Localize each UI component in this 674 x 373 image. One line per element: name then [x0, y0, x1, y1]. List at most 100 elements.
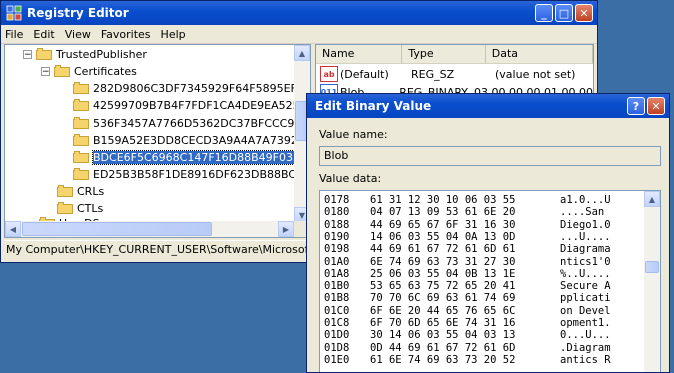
arrow-up-icon: ▲ [298, 48, 306, 58]
registry-app-icon [6, 5, 22, 21]
value-name-label: Value name: [319, 128, 388, 141]
collapse-toggle[interactable]: − [41, 66, 50, 76]
hex-addr: 01D0 [324, 329, 350, 342]
folder-open-icon [54, 65, 70, 77]
column-data[interactable]: Data [486, 45, 593, 63]
column-name[interactable]: Name [316, 45, 403, 63]
hex-row[interactable]: 0188 44 69 65 67 6F 31 16 30 Diego1.0 [324, 219, 611, 231]
scroll-right-button[interactable]: ▶ [278, 221, 294, 237]
close-icon: ✕ [579, 6, 589, 20]
hex-addr: 0178 [324, 194, 350, 206]
hex-row[interactable]: 01E0 61 6E 74 69 63 73 20 52 antics R [324, 354, 611, 366]
tree-item-label: B159A52E3DD8CECD3A9A4A7A7392AA80 [93, 133, 311, 147]
tree-item-label: Certificates [74, 64, 137, 78]
help-button[interactable]: ? [627, 97, 645, 115]
hex-bytes: 44 69 65 67 6F 31 16 30 [370, 218, 516, 231]
tree-item-cert[interactable]: 42599709B7B4F7FDF1CA4DE9EA5257FB0 [73, 97, 310, 113]
menu-favorites[interactable]: Favorites [101, 28, 151, 41]
hex-bytes: 14 06 03 55 04 0A 13 0D [370, 230, 516, 243]
menu-edit[interactable]: Edit [33, 28, 54, 41]
dialog-title: Edit Binary Value [315, 99, 432, 113]
tree-item-cert[interactable]: B159A52E3DD8CECD3A9A4A7A7392AA80 [73, 132, 311, 148]
tree-item-cert[interactable]: 282D9806C3DF7345929F64F5895EF2EA4 [73, 80, 310, 96]
tree-hscroll-thumb[interactable] [22, 222, 212, 236]
hex-bytes: 6F 6E 20 44 65 76 65 6C [370, 304, 516, 317]
tree-item-crls[interactable]: CRLs [57, 183, 104, 199]
tree-item-ctls[interactable]: CTLs [57, 200, 103, 216]
hex-row[interactable]: 0180 04 07 13 09 53 61 6E 20 ....San [324, 206, 611, 218]
hex-row[interactable]: 01B0 53 65 63 75 72 65 20 41 Secure A [324, 280, 611, 292]
hex-addr: 01C0 [324, 304, 350, 317]
hex-addr: 01B8 [324, 292, 350, 305]
hex-row[interactable]: 01B8 70 70 6C 69 63 61 74 69 pplicati [324, 292, 611, 304]
hex-ascii: opment1. [560, 317, 611, 329]
hex-row[interactable]: 01D8 0D 44 69 61 67 72 61 6D .Diagram [324, 342, 611, 354]
hex-addr: 01A8 [324, 267, 350, 280]
value-data-editor[interactable]: 0178 61 31 12 30 10 06 03 55 a1.0...U 0180 0… [319, 190, 661, 372]
hex-vscroll-thumb[interactable] [645, 261, 659, 273]
tree-item-cert[interactable]: 536F3457A7766D5362DC37BFCCC9FA30 [73, 115, 311, 131]
value-name-field: Blob [319, 146, 661, 166]
scroll-up-button[interactable]: ▲ [294, 45, 310, 61]
arrow-left-icon: ◀ [9, 224, 17, 234]
tree-item-label: BDCE6F5C6968C147F16D88B49F03540A [92, 149, 310, 165]
list-header: Name Type Data [316, 45, 593, 64]
registry-tree[interactable]: − TrustedPublisher − Certificates 282D98… [4, 44, 311, 238]
hex-row[interactable]: 0198 44 69 61 67 72 61 6D 61 Diagrama [324, 243, 611, 255]
folder-icon [73, 117, 89, 129]
folder-icon [73, 168, 89, 180]
hex-bytes: 25 06 03 55 04 0B 13 1E [370, 267, 516, 280]
hex-row[interactable]: 01C8 6F 70 6D 65 6E 74 31 16 opment1. [324, 317, 611, 329]
hex-bytes: 44 69 61 67 72 61 6D 61 [370, 243, 516, 256]
hex-addr: 01D8 [324, 341, 350, 354]
menu-help[interactable]: Help [161, 28, 186, 41]
hex-row[interactable]: 01C0 6F 6E 20 44 65 76 65 6C on Devel [324, 305, 611, 317]
hex-bytes: 04 07 13 09 53 61 6E 20 [370, 206, 516, 219]
maximize-button[interactable]: □ [555, 4, 573, 22]
hex-bytes: 61 31 12 30 10 06 03 55 [370, 194, 516, 206]
folder-open-icon [73, 151, 89, 163]
close-icon: ✕ [651, 99, 661, 113]
hex-row[interactable]: 0190 14 06 03 55 04 0A 13 0D ...U.... [324, 231, 611, 243]
registry-editor-titlebar[interactable]: Registry Editor _ □ ✕ [1, 1, 597, 25]
hex-row[interactable]: 01A8 25 06 03 55 04 0B 13 1E %..U.... [324, 268, 611, 280]
hex-addr: 0190 [324, 230, 350, 243]
dialog-close-button[interactable]: ✕ [647, 97, 665, 115]
hex-bytes: 61 6E 74 69 63 73 20 52 [370, 353, 516, 366]
tree-item-label: 536F3457A7766D5362DC37BFCCC9FA30 [93, 116, 311, 130]
tree-item-trustedpublisher[interactable]: − TrustedPublisher [23, 46, 147, 62]
tree-item-cert-selected[interactable]: BDCE6F5C6968C147F16D88B49F03540A [73, 149, 310, 165]
edit-binary-value-dialog: Edit Binary Value ? ✕ Value name: Blob V… [306, 93, 670, 373]
value-type: REG_SZ [411, 67, 455, 81]
hex-addr: 0188 [324, 218, 350, 231]
hex-row[interactable]: 0178 61 31 12 30 10 06 03 55 a1.0...U [324, 194, 611, 206]
dialog-titlebar[interactable]: Edit Binary Value ? ✕ [307, 94, 669, 118]
close-button[interactable]: ✕ [575, 4, 593, 22]
minimize-icon: _ [541, 6, 547, 20]
scroll-up-button[interactable]: ▲ [644, 191, 660, 207]
collapse-toggle[interactable]: − [23, 49, 32, 59]
tree-item-certificates[interactable]: − Certificates [41, 63, 137, 79]
column-type[interactable]: Type [402, 45, 486, 63]
hex-ascii: .Diagram [560, 341, 611, 354]
list-row-default[interactable]: ab (Default) REG_SZ (value not set) [316, 66, 593, 82]
menu-view[interactable]: View [65, 28, 91, 41]
tree-horizontal-scrollbar[interactable]: ◀ ▶ [5, 221, 310, 237]
hex-ascii: Secure A [560, 280, 611, 293]
window-title: Registry Editor [27, 6, 129, 20]
hex-bytes: 30 14 06 03 55 04 03 13 [370, 329, 516, 342]
folder-icon [73, 82, 89, 94]
hex-bytes: 53 65 63 75 72 65 20 41 [370, 280, 516, 293]
hex-vertical-scrollbar[interactable]: ▲ [644, 191, 660, 372]
menu-file[interactable]: File [5, 28, 23, 41]
hex-row[interactable]: 01A0 6E 74 69 63 73 31 27 30 ntics1'0 [324, 256, 611, 268]
tree-item-cert[interactable]: ED25B3B58F1DE8916DF623DB88BCC806 [73, 166, 310, 182]
hex-row[interactable]: 01D0 30 14 06 03 55 04 03 13 0...U... [324, 329, 611, 341]
minimize-button[interactable]: _ [535, 4, 553, 22]
hex-addr: 0198 [324, 243, 350, 256]
hex-bytes: 6F 70 6D 65 6E 74 31 16 [370, 317, 516, 329]
tree-item-label: TrustedPublisher [56, 47, 147, 61]
hex-ascii: %..U.... [560, 267, 611, 280]
hex-bytes: 6E 74 69 63 73 31 27 30 [370, 255, 516, 268]
scroll-left-button[interactable]: ◀ [5, 221, 21, 237]
